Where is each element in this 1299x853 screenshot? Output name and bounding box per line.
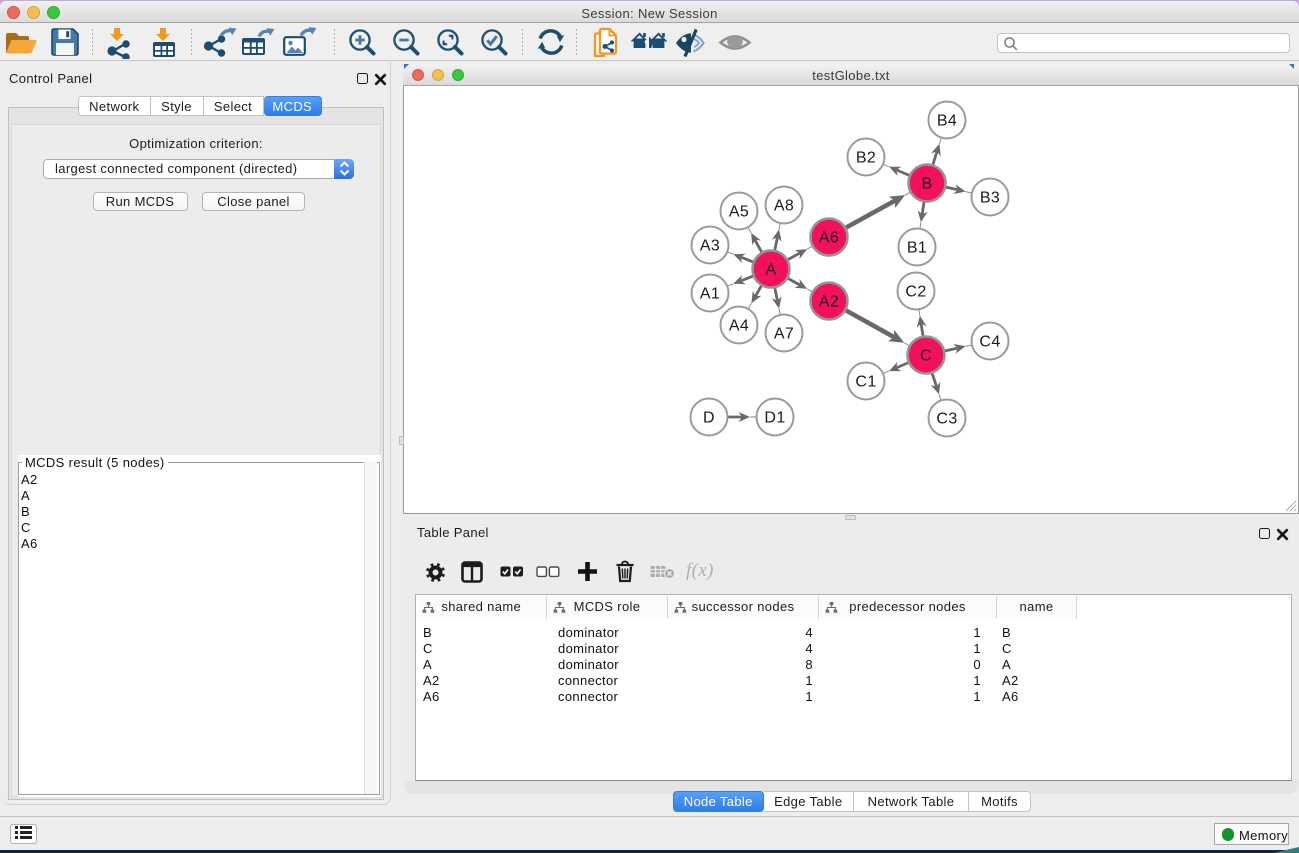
svg-text:A8: A8	[774, 198, 794, 215]
svg-text:B: B	[921, 176, 932, 193]
svg-text:C4: C4	[979, 334, 1000, 351]
svg-text:A1: A1	[700, 286, 720, 303]
svg-text:A4: A4	[729, 318, 749, 335]
svg-text:A2: A2	[819, 294, 839, 311]
svg-text:C3: C3	[936, 411, 957, 428]
svg-text:A7: A7	[774, 326, 794, 343]
svg-text:B3: B3	[980, 190, 1000, 207]
svg-text:B1: B1	[907, 240, 927, 257]
svg-text:B2: B2	[856, 150, 876, 167]
svg-text:D1: D1	[764, 410, 785, 427]
svg-text:A5: A5	[729, 204, 749, 221]
svg-text:C2: C2	[905, 284, 926, 301]
svg-text:C1: C1	[855, 374, 876, 391]
svg-text:A3: A3	[700, 238, 720, 255]
svg-text:A: A	[765, 262, 776, 279]
svg-text:B4: B4	[937, 113, 957, 130]
svg-text:C: C	[920, 348, 932, 365]
svg-text:A6: A6	[819, 230, 839, 247]
svg-text:D: D	[703, 410, 715, 427]
